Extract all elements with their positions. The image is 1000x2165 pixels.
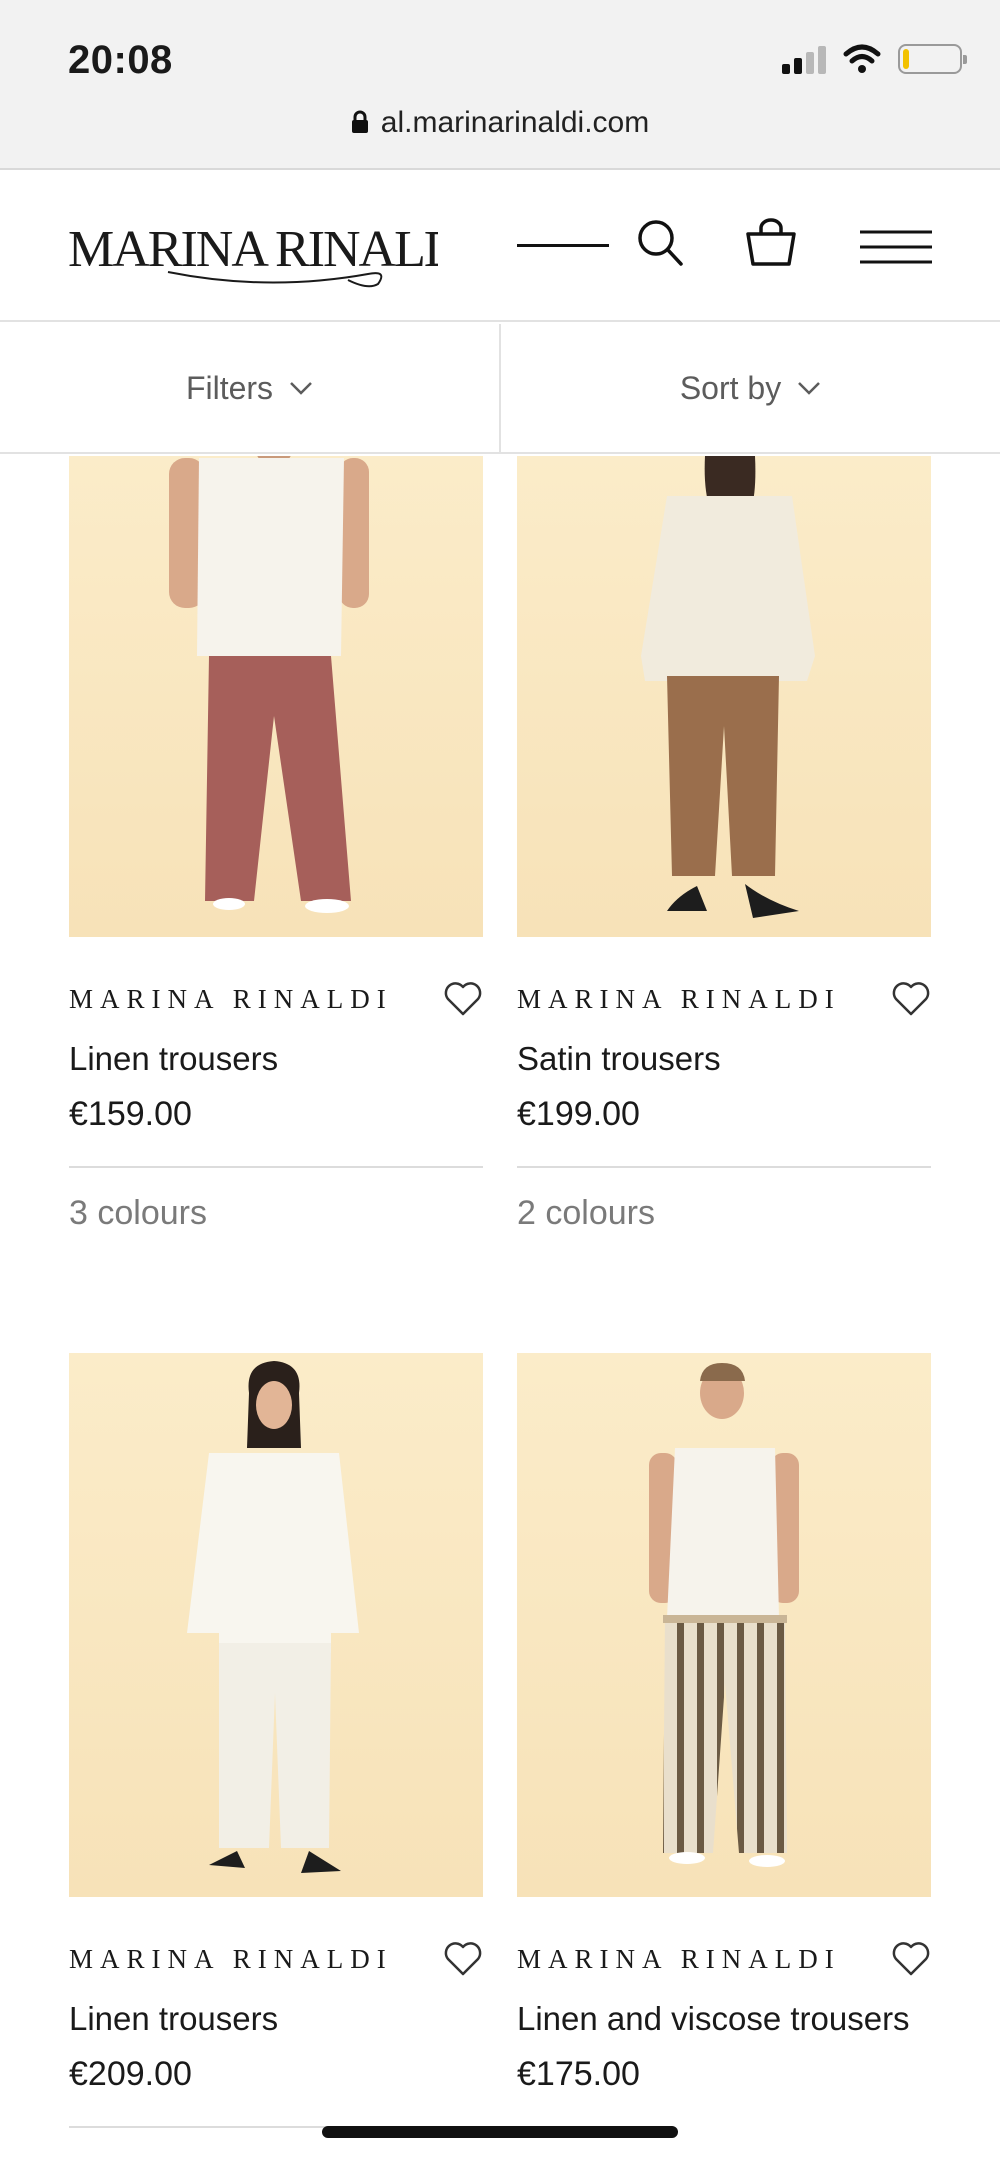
product-name[interactable]: Satin trousers [517, 1039, 931, 1079]
product-card[interactable]: MARINA RINALDI Linen trousers €209.00 [69, 1353, 483, 2128]
product-image[interactable] [517, 456, 931, 937]
sort-by-button[interactable]: Sort by [501, 324, 1000, 452]
card-divider [69, 1166, 483, 1168]
chevron-down-icon [798, 382, 821, 395]
product-card[interactable]: MARINA RINALDI Satin trousers €199.00 2 … [517, 456, 931, 1233]
product-image[interactable] [69, 456, 483, 937]
url-bar[interactable]: al.marinarinaldi.com [0, 106, 1000, 140]
home-indicator[interactable] [322, 2126, 678, 2138]
product-price: €159.00 [69, 1095, 192, 1133]
url-text: al.marinarinaldi.com [380, 106, 650, 139]
filter-sort-bar: Filters Sort by [0, 324, 1000, 454]
heart-icon[interactable] [443, 981, 483, 1017]
svg-text:MARINA RINALDI: MARINA RINALDI [68, 221, 438, 278]
product-price: €175.00 [517, 2055, 640, 2093]
product-image[interactable] [69, 1353, 483, 1897]
wifi-icon [843, 44, 881, 73]
product-colours[interactable]: 3 colours [69, 1194, 483, 1233]
product-card[interactable]: MARINA RINALDI Linen trousers €159.00 3 … [69, 456, 483, 1233]
filters-button[interactable]: Filters [0, 324, 501, 452]
product-colours[interactable]: 2 colours [517, 1194, 931, 1233]
product-brand: MARINA RINALDI [69, 983, 393, 1014]
sort-label: Sort by [679, 369, 782, 406]
product-image[interactable] [517, 1353, 931, 1897]
heart-icon[interactable] [891, 1941, 931, 1977]
menu-icon[interactable] [860, 230, 932, 264]
battery-icon [898, 44, 967, 74]
product-brand: MARINA RINALDI [517, 1943, 841, 1974]
header-divider-line [517, 244, 609, 247]
product-price: €199.00 [517, 1095, 640, 1133]
status-icons [782, 44, 967, 74]
product-name[interactable]: Linen and viscose trousers [517, 1999, 931, 2039]
lock-icon [351, 110, 368, 133]
product-brand: MARINA RINALDI [517, 983, 841, 1014]
brand-logo[interactable]: MARINA RINALDI [68, 210, 438, 290]
heart-icon[interactable] [443, 1941, 483, 1977]
browser-top-bar: 20:08 al.marinarinaldi.com [0, 0, 1000, 170]
filters-label: Filters [185, 369, 274, 406]
product-price: €209.00 [69, 2055, 192, 2093]
shopping-bag-icon[interactable] [745, 218, 797, 268]
product-brand: MARINA RINALDI [69, 1943, 393, 1974]
chevron-down-icon [290, 382, 312, 395]
site-header: MARINA RINALDI [0, 172, 1000, 322]
product-name[interactable]: Linen trousers [69, 1039, 483, 1079]
status-time: 20:08 [68, 38, 173, 82]
search-icon[interactable] [636, 218, 684, 268]
signal-icon [782, 44, 826, 74]
heart-icon[interactable] [891, 981, 931, 1017]
product-card[interactable]: MARINA RINALDI Linen and viscose trouser… [517, 1353, 931, 2094]
card-divider [517, 1166, 931, 1168]
product-name[interactable]: Linen trousers [69, 1999, 483, 2039]
